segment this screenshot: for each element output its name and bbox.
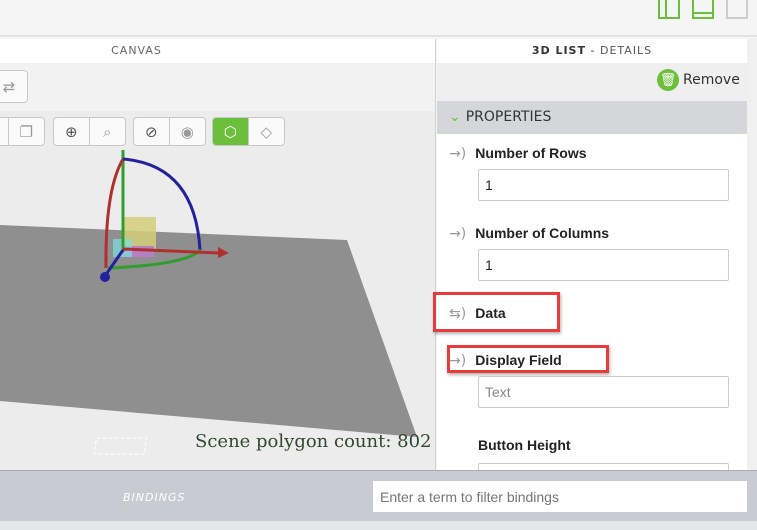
details-label: DETAILS bbox=[599, 44, 653, 57]
canvas-toolbar: ⇄ bbox=[0, 63, 435, 111]
canvas-panel: CANVAS ⇄ ❐ ⊕ ⌕ ⊘ ◉ ⬡ ◇ Scene polygon count:… bbox=[0, 39, 436, 470]
top-bar bbox=[0, 0, 757, 37]
property-label: Data bbox=[475, 305, 506, 321]
layout-bottom-panel-icon[interactable] bbox=[692, 0, 714, 19]
number-of-columns-input[interactable]: 1 bbox=[478, 249, 729, 281]
bindings-label[interactable]: BINDINGS bbox=[123, 491, 185, 504]
bind-both-icon[interactable]: ⇆) bbox=[449, 306, 466, 322]
bottom-strip bbox=[0, 521, 757, 530]
chevron-down-icon: ⌄ bbox=[449, 109, 461, 125]
selection-outline bbox=[93, 437, 148, 455]
remove-button[interactable]: 🗑 Remove bbox=[657, 69, 740, 91]
z-axis-handle[interactable] bbox=[100, 272, 110, 282]
property-label: Display Field bbox=[475, 352, 562, 368]
polygon-count: Scene polygon count: 802 bbox=[195, 431, 432, 452]
details-panel: 3D LIST - DETAILS 🗑 Remove ⌄ PROPERTIES →… bbox=[433, 39, 747, 483]
property-number-of-columns: →) Number of Columns bbox=[449, 223, 609, 242]
component-name: 3D LIST bbox=[531, 44, 586, 57]
button-height-label: Button Height bbox=[478, 437, 571, 453]
number-of-rows-input[interactable]: 1 bbox=[478, 169, 729, 201]
details-scrollbar[interactable] bbox=[747, 39, 757, 470]
bind-in-icon[interactable]: →) bbox=[449, 146, 466, 162]
title-separator: - bbox=[586, 44, 600, 57]
bindings-bar: BINDINGS bbox=[0, 470, 757, 521]
layout-left-panel-icon[interactable] bbox=[658, 0, 680, 19]
3d-view-icon[interactable]: ⬡ bbox=[213, 118, 249, 145]
property-label: Number of Columns bbox=[475, 225, 610, 241]
remove-label: Remove bbox=[683, 72, 740, 88]
trash-icon: 🗑 bbox=[657, 69, 679, 91]
visibility-button-group: ⊘ ◉ bbox=[133, 117, 206, 146]
property-label: Number of Rows bbox=[475, 145, 587, 161]
show-icon[interactable]: ◉ bbox=[170, 118, 206, 145]
layout-right-panel-icon[interactable] bbox=[726, 0, 748, 19]
properties-section-header[interactable]: ⌄ PROPERTIES bbox=[437, 101, 747, 134]
bind-in-icon[interactable]: →) bbox=[449, 226, 466, 242]
display-field-input[interactable]: Text bbox=[478, 376, 729, 408]
zoom-fit-icon[interactable]: ⌕ bbox=[90, 118, 126, 145]
zoom-in-icon[interactable]: ⊕ bbox=[54, 118, 90, 145]
duplicate-icon[interactable]: ❐ bbox=[9, 118, 45, 145]
property-display-field: →) Display Field bbox=[449, 350, 562, 369]
ground-plane bbox=[0, 225, 417, 437]
zoom-button-group: ⊕ ⌕ bbox=[53, 117, 126, 146]
2d-view-icon[interactable]: ◇ bbox=[249, 118, 285, 145]
hide-icon[interactable]: ⊘ bbox=[134, 118, 170, 145]
remove-row: 🗑 Remove bbox=[437, 63, 747, 101]
view-mode-button-group: ⬡ ◇ bbox=[212, 117, 285, 146]
view-toolbar: ❐ ⊕ ⌕ ⊘ ◉ ⬡ ◇ bbox=[0, 111, 435, 150]
swap-arrows-icon: ⇄ bbox=[2, 77, 16, 96]
3d-scene[interactable] bbox=[0, 150, 435, 470]
bind-in-icon[interactable]: →) bbox=[449, 353, 466, 369]
bindings-filter-input[interactable] bbox=[373, 481, 747, 512]
copy-button-group: ❐ bbox=[0, 117, 45, 146]
section-title: PROPERTIES bbox=[465, 109, 552, 125]
details-title: 3D LIST - DETAILS bbox=[437, 39, 747, 63]
property-data: ⇆) Data bbox=[449, 303, 506, 322]
canvas-title: CANVAS bbox=[0, 39, 435, 63]
swap-button[interactable]: ⇄ bbox=[0, 70, 28, 103]
copy-icon[interactable] bbox=[0, 118, 9, 145]
property-number-of-rows: →) Number of Rows bbox=[449, 143, 587, 162]
